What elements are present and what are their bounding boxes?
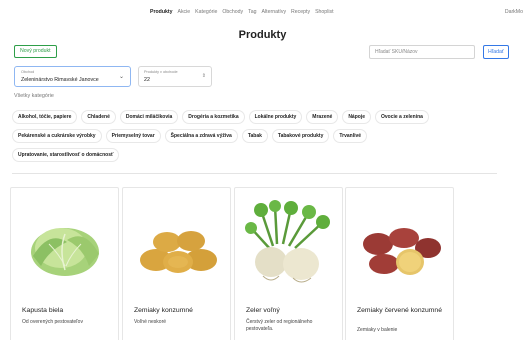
- category-chips: Alkohol, tóčie, papiere Chladené Domáci …: [12, 110, 500, 167]
- chip-row: Upratovanie, starostlivosť o domácnosť: [12, 148, 500, 162]
- category-chip[interactable]: Trvanlivé: [333, 129, 368, 143]
- product-name[interactable]: Kapusta biela: [22, 307, 112, 315]
- cabbage-image: [31, 228, 99, 276]
- nav-link-kategorie[interactable]: Kategórie: [195, 9, 217, 15]
- celeriac-image: [245, 200, 330, 283]
- stepper-icon[interactable]: ⇕: [202, 73, 206, 79]
- category-chip[interactable]: Mrazené: [306, 110, 339, 124]
- product-count-field[interactable]: Produkty v obchode 22 ⇕: [138, 66, 212, 87]
- product-desc: Voľné neskoré: [134, 319, 167, 325]
- category-chip[interactable]: Lokálne produkty: [248, 110, 303, 124]
- store-select-value: Zeleninárstvo Rimavské Janovce: [21, 77, 99, 83]
- search-button[interactable]: Hľadať: [483, 45, 509, 59]
- category-chip[interactable]: Tabak: [241, 129, 268, 143]
- store-select[interactable]: Obchod Zeleninárstvo Rimavské Janovce ⌄: [14, 66, 131, 87]
- product-card-kapusta[interactable]: Kapusta biela Od overených pestovateľov: [10, 187, 119, 340]
- top-navigation: Produkty Akcie Kategórie Obchody Tag Alt…: [0, 9, 525, 21]
- category-chip[interactable]: Domáci miláčikovia: [119, 110, 179, 124]
- nav-link-produkty[interactable]: Produkty: [150, 9, 172, 15]
- page-title: Produkty: [238, 29, 287, 41]
- search-input[interactable]: Hľadať SKU/Názov: [369, 45, 475, 59]
- product-desc: Čerstvý zeler od regionálneho pestovateľ…: [246, 319, 313, 332]
- category-chip[interactable]: Alkohol, tóčie, papiere: [12, 110, 78, 124]
- category-chip[interactable]: Ovocie a zelenina: [374, 110, 429, 124]
- product-name[interactable]: Zeler voľný: [246, 307, 336, 315]
- category-chip[interactable]: Nápoje: [342, 110, 371, 124]
- nav-link-alternativy[interactable]: Alternatívy: [262, 9, 287, 15]
- nav-links: Produkty Akcie Kategórie Obchody Tag Alt…: [150, 9, 334, 15]
- category-chip[interactable]: Upratovanie, starostlivosť o domácnosť: [12, 148, 120, 162]
- chip-row: Pekárenské a cukrárske výrobky Priemysel…: [12, 129, 500, 143]
- product-name[interactable]: Zemiaky červené konzumné: [357, 307, 447, 315]
- dark-mode-toggle[interactable]: DarkMo: [505, 9, 523, 15]
- new-product-button[interactable]: Nový produkt: [14, 45, 57, 58]
- product-card-zemiaky[interactable]: Zemiaky konzumné Voľné neskoré: [122, 187, 231, 340]
- chip-row: Alkohol, tóčie, papiere Chladené Domáci …: [12, 110, 500, 124]
- potatoes-image: [140, 231, 217, 273]
- category-chip[interactable]: Drogéria a kozmetika: [182, 110, 245, 124]
- nav-link-obchody[interactable]: Obchody: [222, 9, 243, 15]
- category-chip[interactable]: Špeciálna a zdravá výživa: [164, 129, 238, 143]
- product-name[interactable]: Zemiaky konzumné: [134, 307, 224, 315]
- product-desc: Zemiaky v balenie: [357, 327, 398, 333]
- category-chip[interactable]: Chladené: [81, 110, 116, 124]
- product-card-zeler[interactable]: Zeler voľný Čerstvý zeler od regionálneh…: [234, 187, 343, 340]
- nav-link-recepty[interactable]: Recepty: [291, 9, 310, 15]
- category-chip[interactable]: Tabakové produkty: [271, 129, 330, 143]
- product-desc: Od overených pestovateľov: [22, 319, 83, 325]
- nav-link-shoplist[interactable]: Shoplist: [315, 9, 333, 15]
- product-card-zemiaky-cervene[interactable]: Zemiaky červené konzumné Zemiaky v balen…: [345, 187, 454, 340]
- product-count-label: Produkty v obchode: [144, 70, 178, 74]
- red-potatoes-image: [363, 228, 441, 275]
- all-categories-label: Všetky kategórie: [14, 93, 54, 99]
- nav-link-tag[interactable]: Tag: [248, 9, 256, 15]
- divider: [12, 173, 497, 174]
- product-count-value: 22: [144, 77, 150, 83]
- chevron-down-icon: ⌄: [118, 74, 124, 80]
- nav-link-akcie[interactable]: Akcie: [177, 9, 190, 15]
- category-chip[interactable]: Pekárenské a cukrárske výrobky: [12, 129, 102, 143]
- category-chip[interactable]: Priemyselný tovar: [105, 129, 161, 143]
- store-select-label: Obchod: [21, 70, 35, 74]
